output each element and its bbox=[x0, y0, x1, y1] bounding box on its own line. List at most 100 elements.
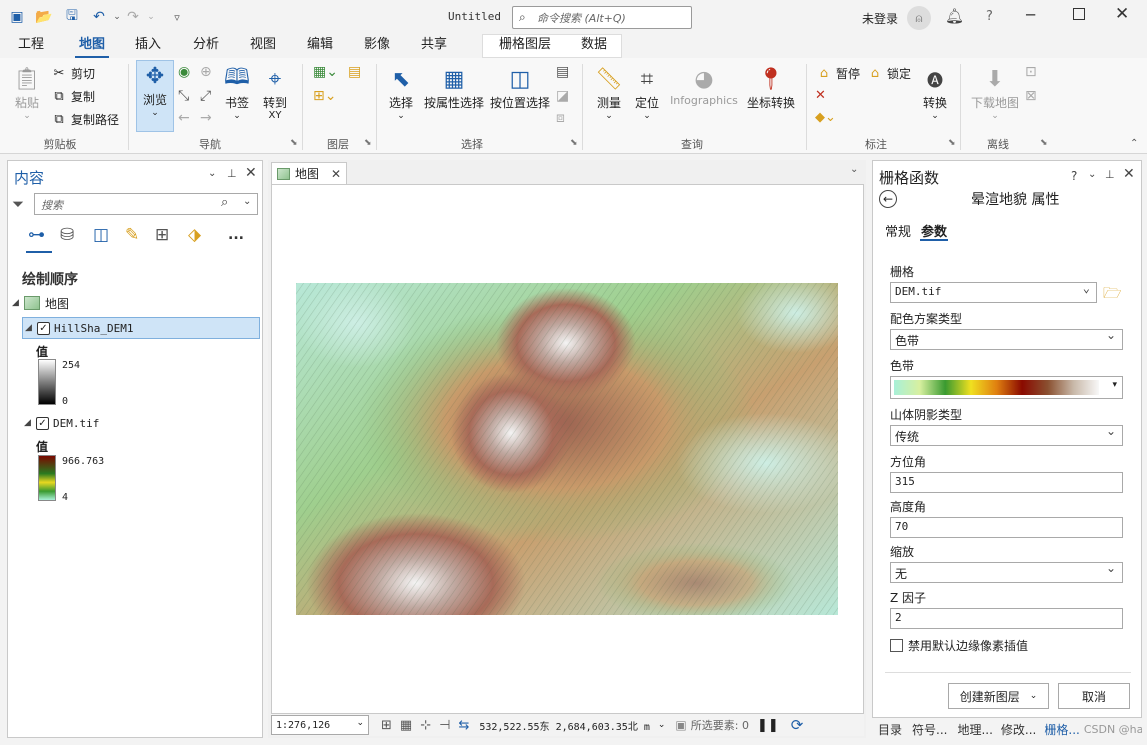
pin-pane-icon[interactable]: ⊥ bbox=[227, 167, 237, 180]
layer-row-hillshade[interactable]: ◢ ✓ HillSha_DEM1 bbox=[22, 317, 260, 339]
raster-select[interactable]: DEM.tif bbox=[890, 281, 1097, 303]
tab-modify[interactable]: 修改... bbox=[1001, 721, 1036, 738]
close-pane-icon[interactable]: ✕ bbox=[245, 165, 257, 181]
download-map-button[interactable]: ⬇ 下载地图 ⌄ bbox=[968, 64, 1022, 122]
zoom-to-selected-icon[interactable]: ⊕ bbox=[200, 64, 212, 80]
label-options-icon[interactable]: ◆⌄ bbox=[815, 110, 836, 125]
dialog-launcher-icon[interactable]: ⬊ bbox=[948, 138, 956, 148]
disable-edge-interpolation-option[interactable]: 禁用默认边缘像素插值 bbox=[890, 637, 1028, 654]
bookmarks-button[interactable]: 🕮 书签 ⌄ bbox=[220, 64, 254, 121]
tab-list-dropdown-icon[interactable]: ⌄ bbox=[850, 164, 858, 175]
tab-map[interactable]: 地图 bbox=[73, 34, 111, 58]
tab-analysis[interactable]: 分析 bbox=[187, 34, 225, 58]
paste-button[interactable]: 📋︎ 粘贴 ⌄ bbox=[8, 64, 46, 122]
open-folder-icon[interactable]: 📂 bbox=[35, 8, 53, 26]
refresh-icon[interactable]: ⟳ bbox=[791, 716, 804, 734]
select-by-location-button[interactable]: ◫ 按位置选择 bbox=[489, 64, 551, 111]
remove-offline-icon[interactable]: ⊠ bbox=[1025, 88, 1037, 104]
fixed-zoom-in-icon[interactable]: ⤡ bbox=[178, 88, 189, 104]
switch-selection-icon[interactable]: ◪ bbox=[556, 88, 569, 104]
back-arrow-icon[interactable]: ← bbox=[879, 190, 897, 208]
color-scheme-type-select[interactable]: 色带 bbox=[890, 328, 1123, 350]
explore-button[interactable]: ✥ 浏览 ⌄ bbox=[136, 60, 174, 132]
full-extent-icon[interactable]: ◉ bbox=[178, 64, 190, 80]
more-options-icon[interactable]: ... bbox=[228, 227, 244, 243]
select-button[interactable]: ⬉ 选择 ⌄ bbox=[384, 64, 418, 122]
tab-parameters[interactable]: 参数 bbox=[921, 221, 947, 240]
locate-button[interactable]: ⌗ 定位 ⌄ bbox=[630, 64, 664, 122]
disable-edge-checkbox[interactable] bbox=[890, 639, 903, 652]
tab-project[interactable]: 工程 bbox=[12, 34, 50, 58]
select-by-attributes-button[interactable]: ▦ 按属性选择 bbox=[423, 64, 485, 111]
previous-extent-icon[interactable]: ← bbox=[178, 110, 190, 126]
collapse-icon[interactable]: ◢ bbox=[12, 298, 24, 308]
list-by-snapping-icon[interactable]: ⊞ bbox=[155, 225, 169, 245]
add-preset-icon[interactable]: ▤ bbox=[348, 64, 361, 80]
tab-raster-functions[interactable]: 栅格... bbox=[1044, 721, 1079, 738]
minimize-icon[interactable]: ─ bbox=[1026, 6, 1035, 24]
tab-symbology[interactable]: 符号... bbox=[912, 721, 947, 738]
layer-visibility-checkbox[interactable]: ✓ bbox=[36, 416, 49, 430]
copy-button[interactable]: ⧉ 复制 bbox=[50, 85, 95, 107]
tab-raster-layer[interactable]: 栅格图层 bbox=[492, 34, 558, 58]
azimuth-input[interactable]: 315 bbox=[890, 472, 1123, 493]
layer-visibility-checkbox[interactable]: ✓ bbox=[37, 321, 50, 335]
lock-labeling-button[interactable]: ⌂ 锁定 bbox=[866, 62, 911, 84]
close-icon[interactable]: ✕ bbox=[1115, 4, 1129, 24]
color-ramp-select[interactable]: ▾ bbox=[890, 376, 1123, 399]
help-icon[interactable]: ? bbox=[1071, 169, 1077, 183]
command-search-input[interactable]: ⌕ 命令搜索 (Alt+Q) bbox=[512, 6, 692, 29]
help-icon[interactable]: ? bbox=[986, 9, 993, 24]
tab-geoprocessing[interactable]: 地理... bbox=[957, 721, 992, 738]
coordinate-units-dropdown-icon[interactable]: ⌄ bbox=[658, 720, 666, 730]
tab-share[interactable]: 共享 bbox=[415, 34, 453, 58]
collapse-icon[interactable]: ◢ bbox=[24, 418, 36, 428]
unplaced-labels-icon[interactable]: ✕ bbox=[815, 88, 826, 103]
goto-xy-button[interactable]: ⌖ 转到 XY bbox=[258, 64, 292, 121]
tab-edit[interactable]: 编辑 bbox=[301, 34, 339, 58]
avatar[interactable]: ⍝ bbox=[907, 6, 931, 30]
convert-coordinates-button[interactable]: 📍︎ 坐标转换 bbox=[745, 64, 797, 111]
collapse-icon[interactable]: ◢ bbox=[25, 323, 37, 333]
browse-folder-icon[interactable]: 🗁 bbox=[1103, 283, 1122, 308]
convert-labels-button[interactable]: 🅐 转换 ⌄ bbox=[918, 64, 952, 121]
add-data-icon[interactable]: ▦⌄ bbox=[313, 64, 338, 80]
dialog-launcher-icon[interactable]: ⬊ bbox=[570, 138, 578, 148]
fixed-zoom-out-icon[interactable]: ⤢ bbox=[200, 88, 211, 104]
attributes-icon[interactable]: ▤ bbox=[556, 64, 569, 80]
copy-path-button[interactable]: ⧉ 复制路径 bbox=[50, 108, 119, 130]
altitude-input[interactable]: 70 bbox=[890, 517, 1123, 538]
cut-button[interactable]: ✂ 剪切 bbox=[50, 62, 95, 84]
tree-map-node[interactable]: ◢ 地图 bbox=[12, 293, 69, 313]
snapping-icon[interactable]: ⊹ bbox=[420, 718, 431, 733]
grid-icon[interactable]: ▦ bbox=[400, 718, 412, 733]
notification-bell-icon[interactable]: 🔔︎ bbox=[945, 7, 964, 25]
measure-button[interactable]: 📏︎ 测量 ⌄ bbox=[590, 64, 628, 122]
tab-view[interactable]: 视图 bbox=[244, 34, 282, 58]
add-graphics-layer-icon[interactable]: ⊞⌄ bbox=[313, 88, 336, 104]
tab-map-view[interactable]: 地图 ✕ bbox=[271, 162, 347, 184]
undo-icon[interactable]: ↶ bbox=[90, 8, 108, 26]
pane-options-icon[interactable]: ⌄ bbox=[208, 168, 216, 179]
pane-options-icon[interactable]: ⌄ bbox=[1088, 169, 1096, 180]
dialog-launcher-icon[interactable]: ⬊ bbox=[1040, 138, 1048, 148]
pause-labeling-button[interactable]: ⌂ 暂停 bbox=[815, 62, 860, 84]
tab-general[interactable]: 常规 bbox=[885, 221, 911, 240]
tab-data[interactable]: 数据 bbox=[575, 34, 613, 58]
contents-search-input[interactable]: 搜索 ⌕ ⌄ bbox=[34, 193, 258, 215]
sign-in-status[interactable]: 未登录 bbox=[862, 10, 898, 27]
tab-insert[interactable]: 插入 bbox=[129, 34, 167, 58]
close-tab-icon[interactable]: ✕ bbox=[331, 167, 341, 181]
save-icon[interactable]: 🖫 bbox=[63, 8, 81, 26]
list-by-editing-icon[interactable]: ✎ bbox=[125, 225, 139, 245]
list-by-drawing-order-icon[interactable]: ⊶ bbox=[28, 225, 45, 245]
sync-extent-icon[interactable]: ⇆ bbox=[458, 718, 469, 733]
hillshade-type-select[interactable]: 传统 bbox=[890, 424, 1123, 446]
layer-row-dem[interactable]: ◢ ✓ DEM.tif bbox=[22, 413, 99, 433]
dialog-launcher-icon[interactable]: ⬊ bbox=[290, 138, 298, 148]
scale-selector[interactable]: 1:276,126 ⌄ bbox=[271, 715, 369, 735]
tab-catalog[interactable]: 目录 bbox=[878, 721, 902, 738]
list-by-labeling-icon[interactable]: ⬗ bbox=[188, 225, 201, 245]
redo-icon[interactable]: ↷ bbox=[124, 8, 142, 26]
sync-icon[interactable]: ⊡ bbox=[1025, 64, 1037, 80]
